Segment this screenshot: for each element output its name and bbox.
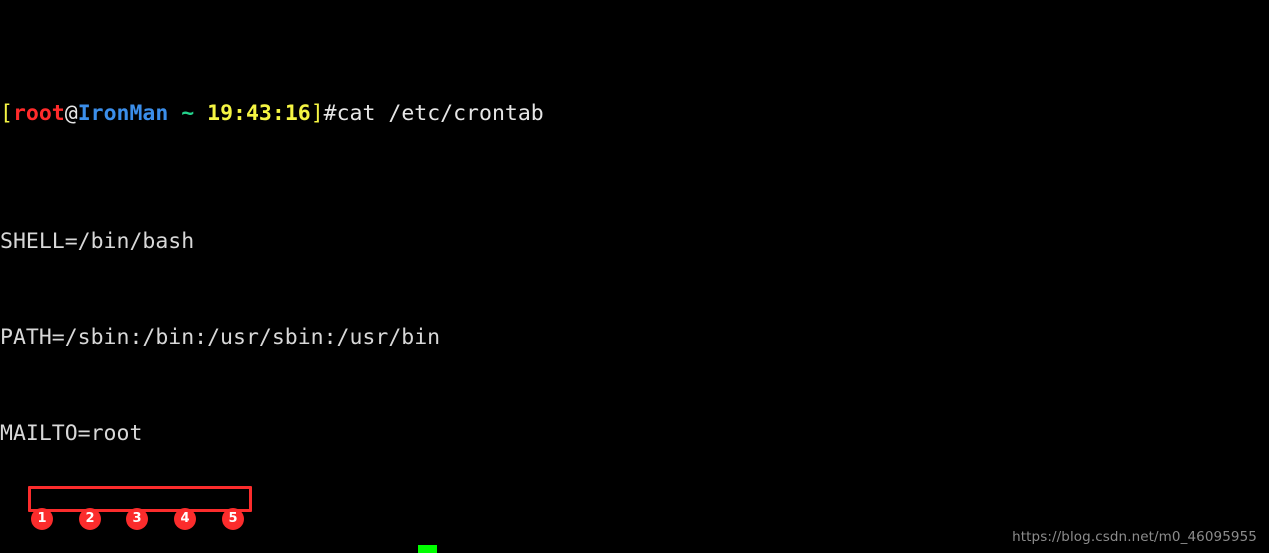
prompt-at-symbol: @	[64, 101, 78, 126]
prompt-user: root	[12, 101, 65, 126]
output-line: PATH=/sbin:/bin:/usr/sbin:/usr/bin	[0, 325, 441, 350]
terminal-output[interactable]: [root@IronMan ~ 19:43:16]#cat /etc/cront…	[0, 0, 1269, 553]
output-line: SHELL=/bin/bash	[0, 229, 195, 254]
field-number-badge-2: 2	[79, 508, 101, 530]
prompt-space-2	[194, 101, 207, 126]
field-number-badge-5: 5	[222, 508, 244, 530]
prompt-cwd: ~	[181, 101, 195, 126]
terminal-screen[interactable]: [root@IronMan ~ 19:43:16]#cat /etc/cront…	[0, 0, 1269, 553]
watermark-url: https://blog.csdn.net/m0_46095955	[1012, 529, 1257, 545]
prompt-close-bracket: ]	[310, 101, 324, 126]
prompt-time: 19:43:16	[207, 101, 311, 126]
prompt-hostname: IronMan	[77, 101, 169, 126]
field-number-badge-4: 4	[174, 508, 196, 530]
field-number-badge-3: 3	[126, 508, 148, 530]
prompt-space-1	[168, 101, 181, 126]
output-line: MAILTO=root	[0, 421, 143, 446]
prompt-open-bracket: [	[0, 101, 13, 126]
terminal-cursor	[418, 545, 437, 553]
prompt-line: [root@IronMan ~ 19:43:16]#cat /etc/cront…	[0, 98, 1269, 130]
field-number-badge-1: 1	[31, 508, 53, 530]
prompt-command: #cat /etc/crontab	[323, 101, 544, 126]
